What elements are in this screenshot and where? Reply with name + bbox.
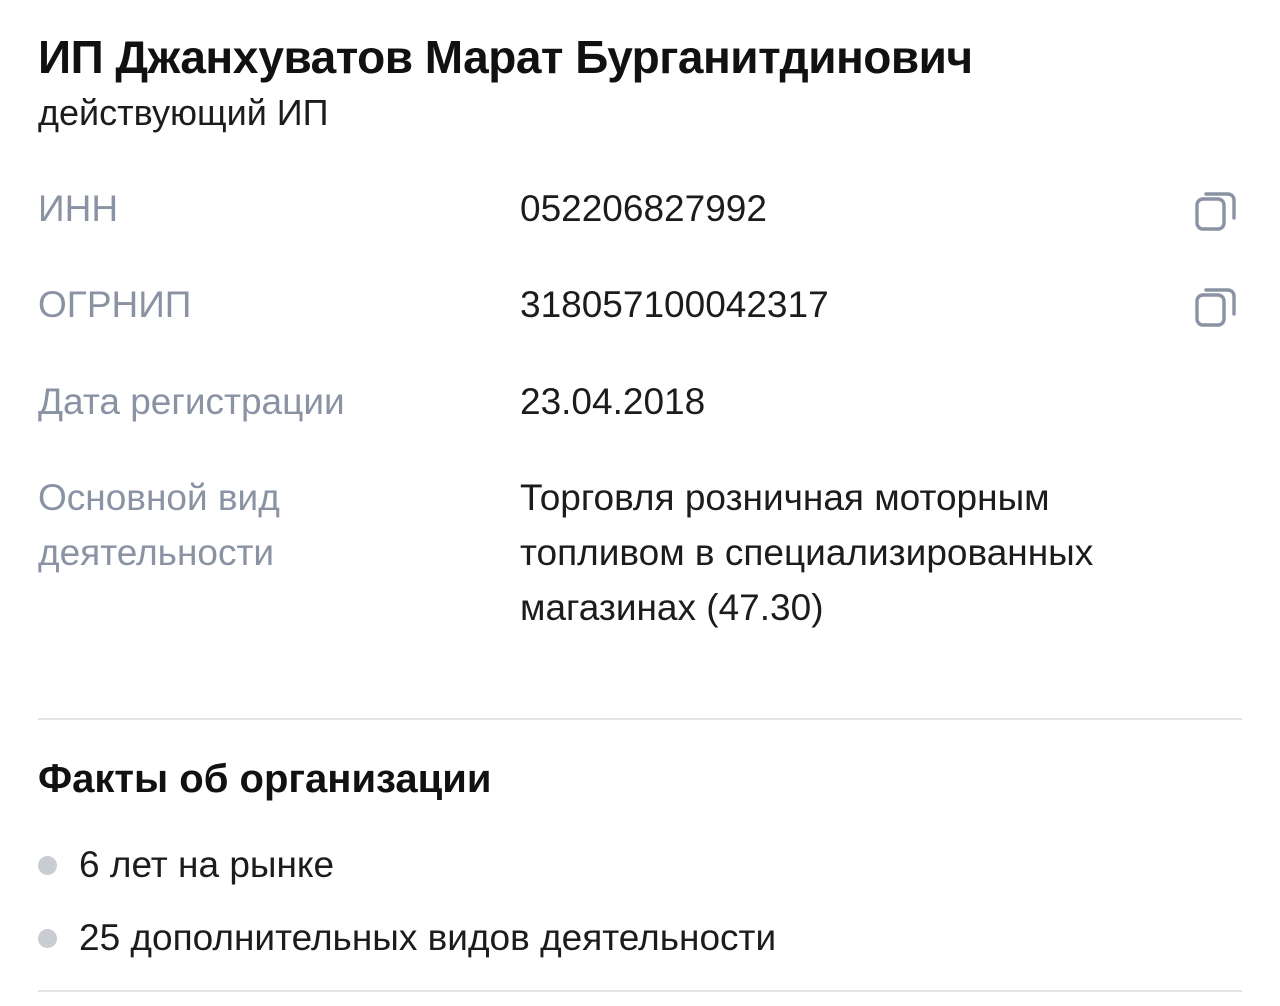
detail-row-registration-date: Дата регистрации 23.04.2018 — [38, 374, 1242, 434]
detail-row-ogrnip: ОГРНИП 318057100042317 — [38, 277, 1242, 337]
bullet-dot-icon — [38, 929, 57, 948]
company-card: ИП Джанхуватов Марат Бурганитдинович дей… — [0, 0, 1280, 1006]
copy-inn-button[interactable] — [1194, 189, 1238, 233]
detail-value-registration-date: 23.04.2018 — [520, 381, 706, 422]
copy-icon — [1195, 192, 1236, 231]
detail-row-inn: ИНН 052206827992 — [38, 181, 1242, 241]
detail-label-registration-date: Дата регистрации — [38, 381, 345, 422]
bullet-dot-icon — [38, 856, 57, 875]
organization-name: ИП Джанхуватов Марат Бурганитдинович — [38, 31, 973, 83]
detail-value-ogrnip: 318057100042317 — [520, 284, 829, 325]
detail-label-ogrnip: ОГРНИП — [38, 284, 192, 325]
detail-label-main-activity: Основной вид деятельности — [38, 477, 280, 573]
fact-text: 25 дополнительных видов деятельности — [79, 917, 777, 958]
detail-row-main-activity: Основной вид деятельности Торговля розни… — [38, 470, 1242, 640]
copy-icon — [1195, 288, 1236, 327]
bottom-divider — [38, 990, 1242, 992]
copy-ogrnip-button[interactable] — [1194, 285, 1238, 329]
fact-text: 6 лет на рынке — [79, 844, 335, 885]
organization-status: действующий ИП — [38, 92, 329, 133]
section-divider — [38, 718, 1242, 720]
detail-label-inn: ИНН — [38, 188, 119, 229]
detail-value-main-activity: Торговля розничная моторным топливом в с… — [520, 477, 1094, 628]
facts-title: Факты об организации — [38, 757, 492, 801]
detail-value-inn: 052206827992 — [520, 188, 767, 229]
